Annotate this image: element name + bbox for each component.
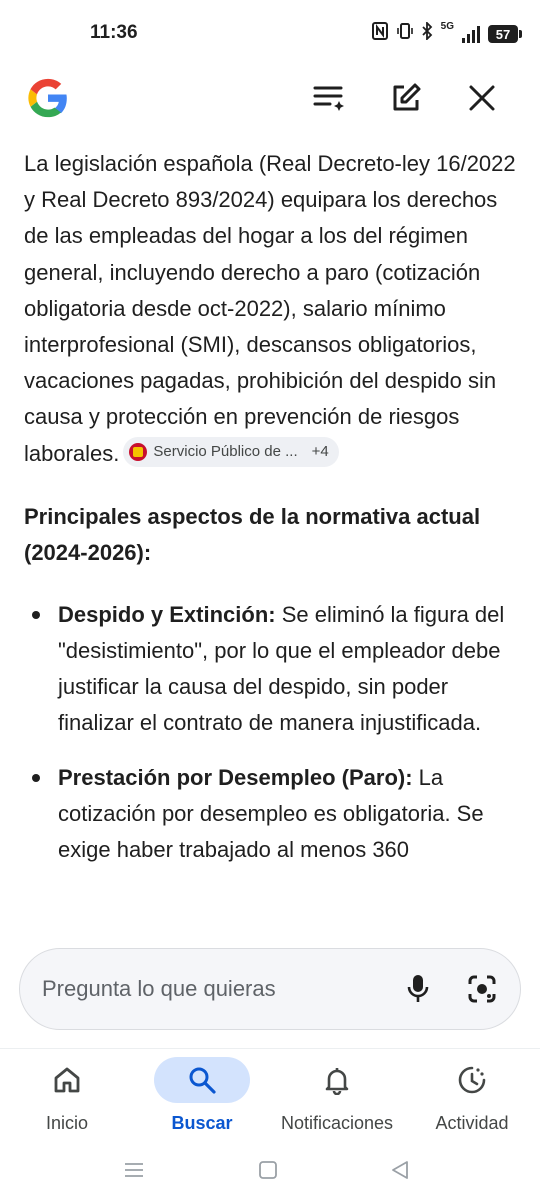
nav-item-inicio[interactable]: Inicio — [2, 1057, 132, 1143]
answer-text: La legislación española (Real Decreto-le… — [24, 151, 516, 466]
search-input[interactable]: Pregunta lo que quieras — [19, 948, 521, 1030]
top-app-bar — [0, 72, 540, 126]
section-heading: Principales aspectos de la normativa act… — [24, 503, 481, 565]
back-icon[interactable] — [385, 1155, 415, 1185]
answer-paragraph: La legislación española (Real Decreto-le… — [24, 146, 520, 472]
lens-camera-icon[interactable] — [462, 969, 502, 1009]
top-actions — [312, 80, 500, 116]
bullet-list: Despido y Extinción: Se eliminó la figur… — [24, 597, 520, 868]
bullet-title: Despido y Extinción: — [58, 601, 276, 627]
nav-icon-container — [19, 1057, 115, 1103]
home-button-icon[interactable] — [253, 1155, 283, 1185]
bullet-title: Prestación por Desempleo (Paro): — [58, 764, 413, 790]
status-bar: 11:36 5G 57 — [0, 0, 540, 70]
source-chip-more: +4 — [311, 442, 329, 460]
nfc-icon — [371, 22, 389, 46]
nav-icon-container — [154, 1057, 250, 1103]
sort-sparkle-icon[interactable] — [312, 80, 348, 116]
recents-icon[interactable] — [119, 1155, 149, 1185]
google-g-logo — [28, 78, 67, 118]
nav-icon-container — [424, 1057, 520, 1103]
bottom-nav: Inicio Buscar Notificaciones Actividad — [0, 1048, 540, 1142]
nav-label: Notificaciones — [280, 1113, 394, 1133]
microphone-icon[interactable] — [398, 969, 438, 1009]
nav-item-notificaciones[interactable]: Notificaciones — [272, 1057, 402, 1143]
activity-icon — [458, 1066, 486, 1094]
nav-label: Actividad — [435, 1113, 509, 1133]
battery-icon: 57 — [488, 25, 522, 43]
bluetooth-icon — [421, 20, 433, 46]
nav-item-actividad[interactable]: Actividad — [407, 1057, 537, 1143]
signal-icon — [462, 25, 480, 43]
nav-icon-container — [289, 1057, 385, 1103]
source-chip[interactable]: Servicio Público de ... +4 — [123, 436, 339, 467]
list-item: Despido y Extinción: Se eliminó la figur… — [24, 597, 520, 742]
edit-icon[interactable] — [388, 80, 424, 116]
ai-answer: La legislación española (Real Decreto-le… — [24, 146, 520, 886]
nav-label: Inicio — [45, 1113, 89, 1133]
nav-item-buscar[interactable]: Buscar — [137, 1057, 267, 1143]
network-type: 5G — [440, 21, 454, 32]
nav-label: Buscar — [171, 1113, 233, 1133]
status-icons: 5G 57 — [371, 20, 522, 46]
status-time: 11:36 — [90, 22, 138, 43]
vibrate-icon — [396, 22, 413, 46]
source-chip-label: Servicio Público de ... — [153, 442, 298, 460]
bullet-dot — [32, 610, 40, 619]
close-icon[interactable] — [464, 80, 500, 116]
bell-icon — [325, 1068, 349, 1095]
battery-level: 57 — [495, 26, 511, 42]
search-icon — [189, 1067, 216, 1094]
system-nav-bar — [0, 1142, 540, 1199]
list-item: Prestación por Desempleo (Paro): La coti… — [24, 760, 520, 869]
search-placeholder: Pregunta lo que quieras — [42, 976, 276, 1001]
content-fade — [0, 905, 540, 953]
source-favicon-icon — [129, 442, 148, 461]
bullet-dot — [32, 773, 40, 782]
home-icon — [54, 1067, 80, 1093]
